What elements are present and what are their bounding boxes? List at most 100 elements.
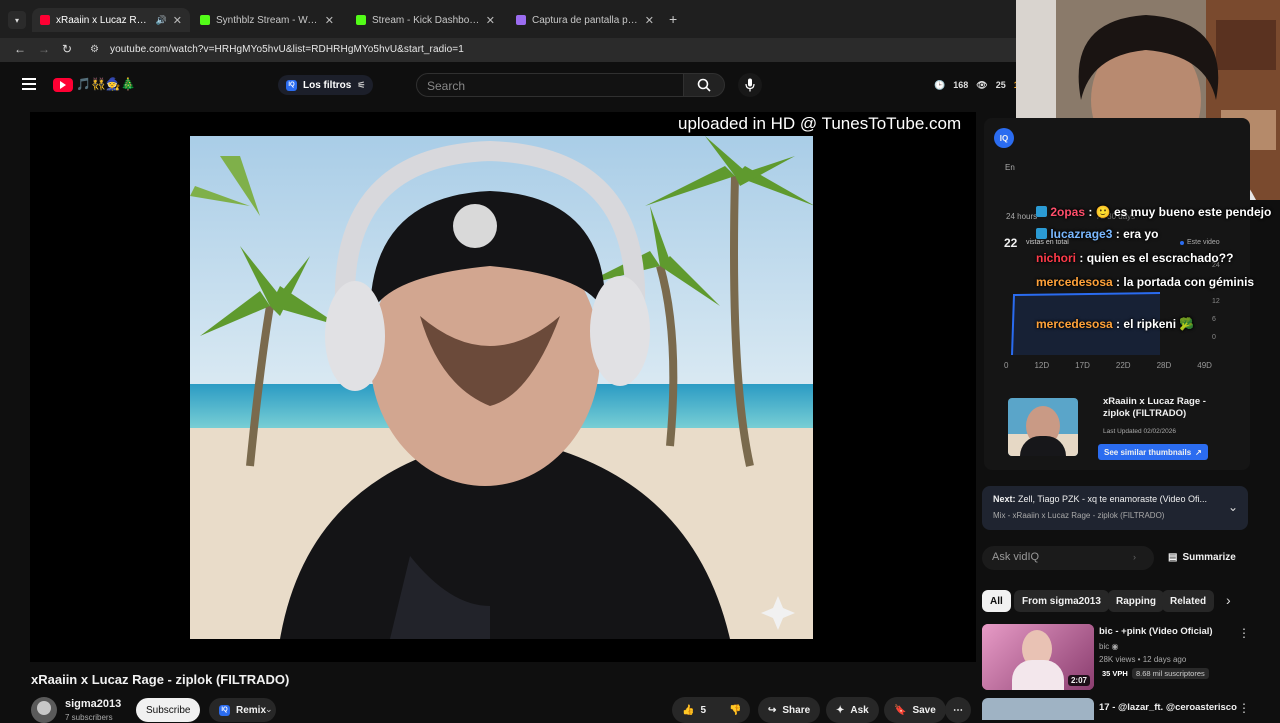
rec-thumbnail[interactable] bbox=[982, 698, 1094, 720]
next-title: Zell, Tiago PZK - xq te enamoraste (Vide… bbox=[1018, 494, 1207, 504]
browser-tab-0[interactable]: xRaaiin x Lucaz Rage - ziplok 🔊 ✕ bbox=[32, 8, 190, 32]
subscribe-button[interactable]: Subscribe bbox=[136, 698, 201, 722]
subscriber-count: 7 subscribers bbox=[65, 713, 113, 722]
chips-next-icon[interactable]: › bbox=[1226, 592, 1231, 608]
channel-avatar[interactable] bbox=[31, 697, 57, 723]
search-input[interactable]: Search bbox=[416, 73, 684, 97]
range-24h[interactable]: 24 hours bbox=[1006, 212, 1037, 221]
rec-channel: bic ◉ bbox=[1099, 642, 1118, 651]
vidiq-small-label: En bbox=[1005, 163, 1015, 172]
book-icon: ▤ bbox=[1168, 552, 1178, 563]
chat-text: era yo bbox=[1123, 227, 1159, 241]
share-icon: ↪ bbox=[768, 704, 777, 716]
search-button[interactable] bbox=[683, 73, 725, 97]
save-button[interactable]: 🔖 Save bbox=[884, 697, 946, 723]
filters-button[interactable]: IQ Los filtros ⚟ bbox=[278, 75, 374, 95]
next-label: Next: bbox=[993, 494, 1016, 504]
tab-label: Captura de pantalla por Lightsh bbox=[532, 14, 639, 26]
browser-tab-3[interactable]: Captura de pantalla por Lightsh ✕ bbox=[508, 8, 662, 32]
ask-vidiq-input[interactable]: Ask vidIQ bbox=[982, 546, 1154, 570]
x-tick: 22D bbox=[1115, 361, 1131, 370]
more-options-icon[interactable]: ⋮ bbox=[1238, 701, 1250, 715]
summarize-label: Summarize bbox=[1182, 552, 1236, 563]
url-field[interactable]: youtube.com/watch?v=HRHgMYo5hvU&list=RDH… bbox=[110, 44, 464, 55]
tab-label: xRaaiin x Lucaz Rage - ziplok bbox=[56, 14, 150, 26]
see-similar-button[interactable]: See similar thumbnails ↗ bbox=[1098, 444, 1208, 460]
close-tab-icon[interactable]: ✕ bbox=[325, 14, 334, 27]
rec-meta: 28K views • 12 days ago bbox=[1099, 655, 1187, 664]
ask-send-icon[interactable]: › bbox=[1133, 552, 1136, 562]
dislike-button[interactable]: 👎 bbox=[722, 697, 750, 723]
x-tick: 0 bbox=[1004, 361, 1009, 370]
like-count: 5 bbox=[700, 704, 707, 716]
chat-text: 🙂 es muy bueno este pendejo bbox=[1095, 205, 1272, 219]
thumbs-up-icon: 👍 bbox=[682, 704, 695, 716]
beach-scene-image bbox=[190, 136, 813, 639]
chat-user: nichori bbox=[1036, 251, 1077, 265]
new-tab-button[interactable]: + bbox=[669, 11, 677, 27]
sparkle-icon: ✦ bbox=[836, 704, 845, 716]
rec-title: 17 - @lazar_ft. @ceroasterisco bbox=[1099, 702, 1237, 713]
chevron-down-icon[interactable]: ⌄ bbox=[1228, 500, 1238, 514]
more-actions-button[interactable]: ⋯ bbox=[945, 697, 971, 723]
mic-icon bbox=[745, 78, 755, 92]
chat-user: mercedesosa bbox=[1036, 275, 1113, 289]
vidiq-badge[interactable]: IQ bbox=[994, 128, 1014, 148]
more-horizontal-icon: ⋯ bbox=[953, 704, 963, 716]
stat-views: 168 bbox=[953, 80, 969, 90]
remix-dropdown-icon[interactable]: ⌄ bbox=[265, 704, 273, 715]
chart-x-ticks: 0 12D 17D 22D 28D 49D bbox=[1004, 361, 1212, 370]
chip-from-channel[interactable]: From sigma2013 bbox=[1014, 590, 1109, 612]
channel-name[interactable]: sigma2013 bbox=[65, 698, 121, 710]
video-watermark: uploaded in HD @ TunesToTube.com bbox=[678, 114, 962, 133]
next-line: Next: Zell, Tiago PZK - xq te enamoraste… bbox=[993, 494, 1213, 504]
chat-message: lucazrage3 : era yo bbox=[1036, 224, 1276, 244]
rec-item[interactable]: 2:07 bic - +pink (Video Oficial) bic ◉ 2… bbox=[982, 624, 1250, 690]
browser-tab-1[interactable]: Synthblz Stream - Watch Live o ✕ bbox=[192, 8, 342, 32]
reload-icon[interactable]: ↻ bbox=[62, 42, 72, 56]
chat-text: el ripkeni 🥦 bbox=[1123, 317, 1195, 331]
ask-label: Ask bbox=[850, 704, 869, 716]
share-button[interactable]: ↪ Share bbox=[758, 697, 821, 723]
save-label: Save bbox=[912, 704, 936, 716]
menu-icon[interactable] bbox=[22, 78, 36, 90]
close-tab-icon[interactable]: ✕ bbox=[486, 14, 495, 27]
vidiq-icon: IQ bbox=[286, 79, 297, 91]
chip-all[interactable]: All bbox=[982, 590, 1011, 612]
like-button[interactable]: 👍 5 bbox=[672, 697, 722, 723]
x-tick: 28D bbox=[1156, 361, 1172, 370]
video-title: xRaaiin x Lucaz Rage - ziplok (FILTRADO) bbox=[31, 672, 290, 687]
rec-thumbnail[interactable]: 2:07 bbox=[982, 624, 1094, 690]
filters-label: Los filtros bbox=[303, 79, 352, 91]
video-frame[interactable] bbox=[190, 136, 813, 639]
forward-icon[interactable]: → bbox=[38, 42, 50, 56]
browser-tab-2[interactable]: Stream - Kick Dashboard ✕ bbox=[348, 8, 503, 32]
mix-line: Mix - xRaaiin x Lucaz Rage - ziplok (FIL… bbox=[993, 511, 1165, 520]
kick-favicon-icon bbox=[200, 15, 210, 25]
close-tab-icon[interactable]: ✕ bbox=[645, 14, 654, 27]
kick-favicon-icon bbox=[356, 15, 366, 25]
back-icon[interactable]: ← bbox=[14, 42, 26, 56]
chip-rapping[interactable]: Rapping bbox=[1108, 590, 1164, 612]
ask-button[interactable]: ✦ Ask bbox=[826, 697, 879, 723]
more-options-icon[interactable]: ⋮ bbox=[1238, 626, 1250, 640]
share-label: Share bbox=[782, 704, 811, 716]
next-mix-box[interactable]: Next: Zell, Tiago PZK - xq te enamoraste… bbox=[982, 486, 1248, 530]
chat-text: quien es el escrachado?? bbox=[1086, 251, 1234, 265]
chip-related[interactable]: Related bbox=[1162, 590, 1215, 612]
chat-message: mercedesosa : la portada con géminis bbox=[1036, 275, 1255, 289]
youtube-logo-icon[interactable] bbox=[53, 78, 73, 92]
x-tick: 12D bbox=[1034, 361, 1050, 370]
close-tab-icon[interactable]: ✕ bbox=[173, 14, 182, 27]
voice-search-button[interactable] bbox=[738, 73, 762, 97]
card-thumbnail[interactable] bbox=[1008, 398, 1078, 456]
thumbs-down-icon: 👎 bbox=[729, 704, 742, 716]
chevron-down-icon: ▾ bbox=[14, 15, 19, 25]
bookmark-icon: 🔖 bbox=[894, 704, 907, 716]
summarize-button[interactable]: ▤ Summarize bbox=[1168, 552, 1236, 563]
speaker-icon: 🔊 bbox=[155, 14, 167, 25]
site-info-icon[interactable]: ⚙ bbox=[90, 44, 99, 55]
rec-item[interactable]: 17 - @lazar_ft. @ceroasterisco ⋮ bbox=[982, 698, 1250, 720]
header-stats: 🕒168 👁25 13 bbox=[934, 80, 1024, 91]
tab-list-button[interactable]: ▾ bbox=[8, 11, 26, 29]
